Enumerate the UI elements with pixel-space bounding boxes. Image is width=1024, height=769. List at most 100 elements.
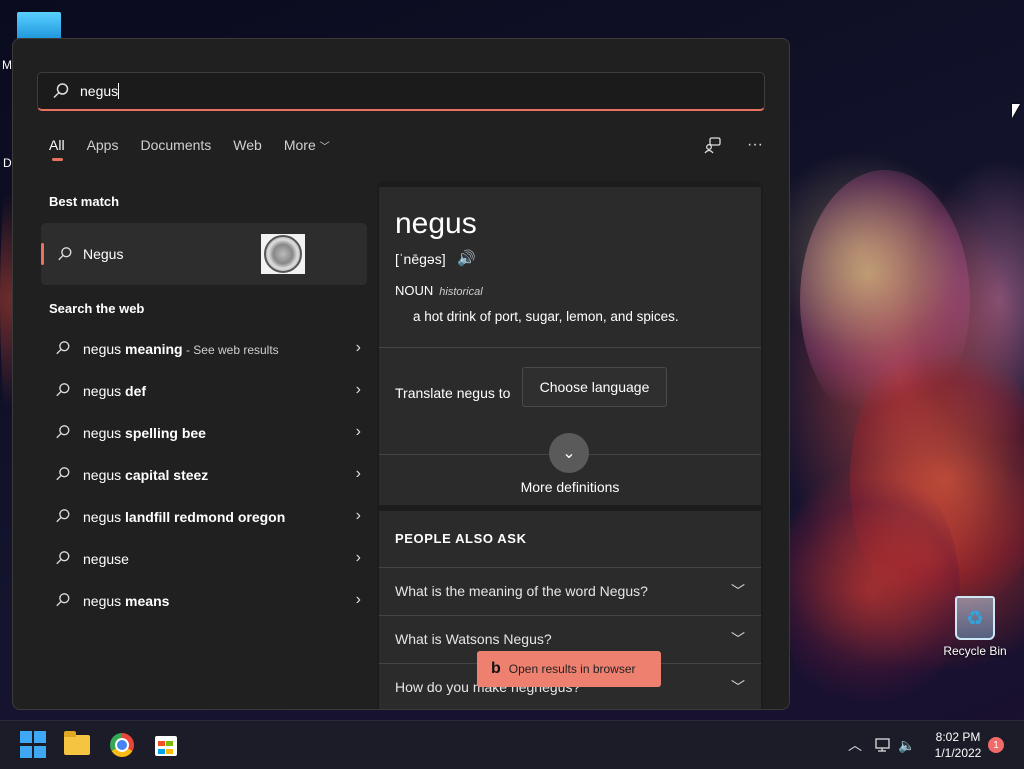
web-suggestions: negus meaning - See web results › negus … [41, 329, 371, 623]
chevron-right-icon: › [355, 381, 361, 398]
tab-more[interactable]: More ﹀ [284, 137, 330, 161]
text-caret [118, 83, 120, 99]
suggestion-prefix: negus [83, 425, 122, 441]
choose-language-button[interactable]: Choose language [522, 367, 667, 407]
list-item[interactable]: negus landfill redmond oregon › [41, 497, 371, 539]
suggestion-bold: def [121, 383, 147, 399]
taskbar: ︿ 🔈 8:02 PM 1/1/2022 1 [0, 720, 1024, 769]
windows-start-icon[interactable] [20, 731, 48, 759]
suggestion-text: negus landfill redmond oregon [83, 509, 285, 525]
chevron-right-icon: › [355, 591, 361, 608]
question-text: What is Watsons Negus? [395, 631, 552, 647]
time-text: 8:02 PM [935, 730, 981, 744]
suggestion-bold: meaning [121, 341, 183, 357]
search-icon [56, 509, 70, 523]
chevron-up-icon[interactable]: ︿ [848, 721, 862, 769]
list-item[interactable]: neguse › [41, 539, 371, 581]
search-query: negus [80, 83, 119, 99]
tab-all[interactable]: All [49, 137, 65, 161]
desktop-icon-label: D [3, 156, 12, 170]
suggestion-prefix: negus [83, 341, 122, 357]
tab-more-label: More [283, 137, 316, 153]
chrome-icon[interactable] [108, 731, 136, 759]
definition-card: negus [ˈnēɡəs] 🔊 NOUN historical a hot dr… [379, 187, 761, 505]
list-item[interactable]: negus spelling bee › [41, 413, 371, 455]
more-options-icon[interactable]: ··· [745, 135, 765, 155]
recycle-bin[interactable]: ♻ Recycle Bin [938, 596, 1012, 658]
phonetic-text: [ˈnēɡəs] [395, 251, 446, 267]
usage-label: historical [439, 286, 483, 298]
tab-apps[interactable]: Apps [87, 137, 119, 161]
question-item[interactable]: What is the meaning of the word Negus? ﹀ [379, 567, 761, 616]
date-text: 1/1/2022 [934, 746, 982, 760]
suggestion-bold: capital steez [121, 467, 209, 483]
network-icon[interactable] [874, 721, 892, 769]
people-also-ask-heading: PEOPLE ALSO ASK [395, 531, 527, 546]
part-of-speech-label: NOUN [395, 283, 434, 298]
search-icon [58, 247, 72, 261]
best-match-label: Negus [83, 246, 124, 262]
question-text: What is the meaning of the word Negus? [395, 583, 648, 599]
speaker-icon[interactable]: 🔊 [457, 249, 476, 267]
search-input[interactable]: negus [37, 72, 765, 111]
search-tools: ··· [703, 135, 765, 155]
suggestion-text: negus def [83, 383, 146, 399]
list-item[interactable]: negus meaning - See web results › [41, 329, 371, 371]
suggestion-prefix: negus [83, 467, 122, 483]
mouse-cursor-icon [1012, 104, 1020, 118]
notification-badge[interactable]: 1 [988, 737, 1004, 753]
suggestion-text: negus capital steez [83, 467, 208, 483]
store-icon[interactable] [152, 731, 180, 759]
suggestion-prefix: negus [83, 509, 122, 525]
chevron-right-icon: › [355, 465, 361, 482]
search-icon [56, 341, 70, 355]
seal-image [264, 235, 302, 273]
chevron-down-icon[interactable]: ⌄ [549, 433, 589, 473]
suggestion-text: negus meaning - See web results [83, 341, 279, 357]
chevron-down-icon: ﹀ [731, 631, 745, 647]
filter-tabs: All Apps Documents Web More ﹀ [49, 137, 352, 161]
search-web-heading: Search the web [49, 301, 145, 316]
suggestion-bold: landfill redmond oregon [121, 509, 286, 525]
preview-pane: negus [ˈnēɡəs] 🔊 NOUN historical a hot dr… [377, 181, 763, 709]
seal-thumbnail [261, 234, 305, 274]
chevron-right-icon: › [355, 507, 361, 524]
suggestion-text: neguse [83, 551, 129, 567]
desktop-icon-label: M [2, 58, 12, 72]
chevron-right-icon: › [355, 423, 361, 440]
suggestion-text: negus spelling bee [83, 425, 206, 441]
part-of-speech: NOUN historical [395, 283, 483, 298]
feedback-icon[interactable] [703, 135, 723, 155]
wallpaper-ribbon [780, 460, 960, 720]
search-panel: negus All Apps Documents Web More ﹀ ··· B… [12, 38, 790, 710]
search-icon [56, 551, 70, 565]
chevron-right-icon: › [355, 339, 361, 356]
suggestion-text: negus means [83, 593, 169, 609]
list-item[interactable]: negus means › [41, 581, 371, 623]
best-match-heading: Best match [49, 194, 120, 209]
open-in-browser-button[interactable]: b Open results in browser [477, 651, 661, 687]
definition-text: a hot drink of port, sugar, lemon, and s… [413, 309, 679, 324]
search-icon [56, 467, 70, 481]
list-item[interactable]: negus def › [41, 371, 371, 413]
tab-documents[interactable]: Documents [140, 137, 211, 161]
file-explorer-icon[interactable] [64, 731, 92, 759]
more-definitions-link[interactable]: More definitions [379, 479, 761, 495]
chevron-right-icon: › [355, 549, 361, 566]
divider [379, 347, 761, 348]
chevron-down-icon: ﹀ [319, 142, 330, 153]
best-match-item[interactable]: Negus [41, 223, 367, 285]
volume-icon[interactable]: 🔈 [898, 721, 915, 769]
clock[interactable]: 8:02 PM 1/1/2022 [930, 729, 986, 761]
recycle-bin-icon: ♻ [955, 596, 995, 640]
search-icon [56, 425, 70, 439]
list-item[interactable]: negus capital steez › [41, 455, 371, 497]
suggestion-bold: spelling bee [121, 425, 206, 441]
recycle-bin-label: Recycle Bin [943, 644, 1007, 658]
search-icon [53, 83, 69, 99]
suggestion-prefix: neguse [83, 551, 129, 567]
suggestion-prefix: negus [83, 383, 122, 399]
tab-web[interactable]: Web [233, 137, 262, 161]
bing-icon: b [491, 660, 501, 677]
translate-label: Translate negus to [395, 385, 511, 401]
